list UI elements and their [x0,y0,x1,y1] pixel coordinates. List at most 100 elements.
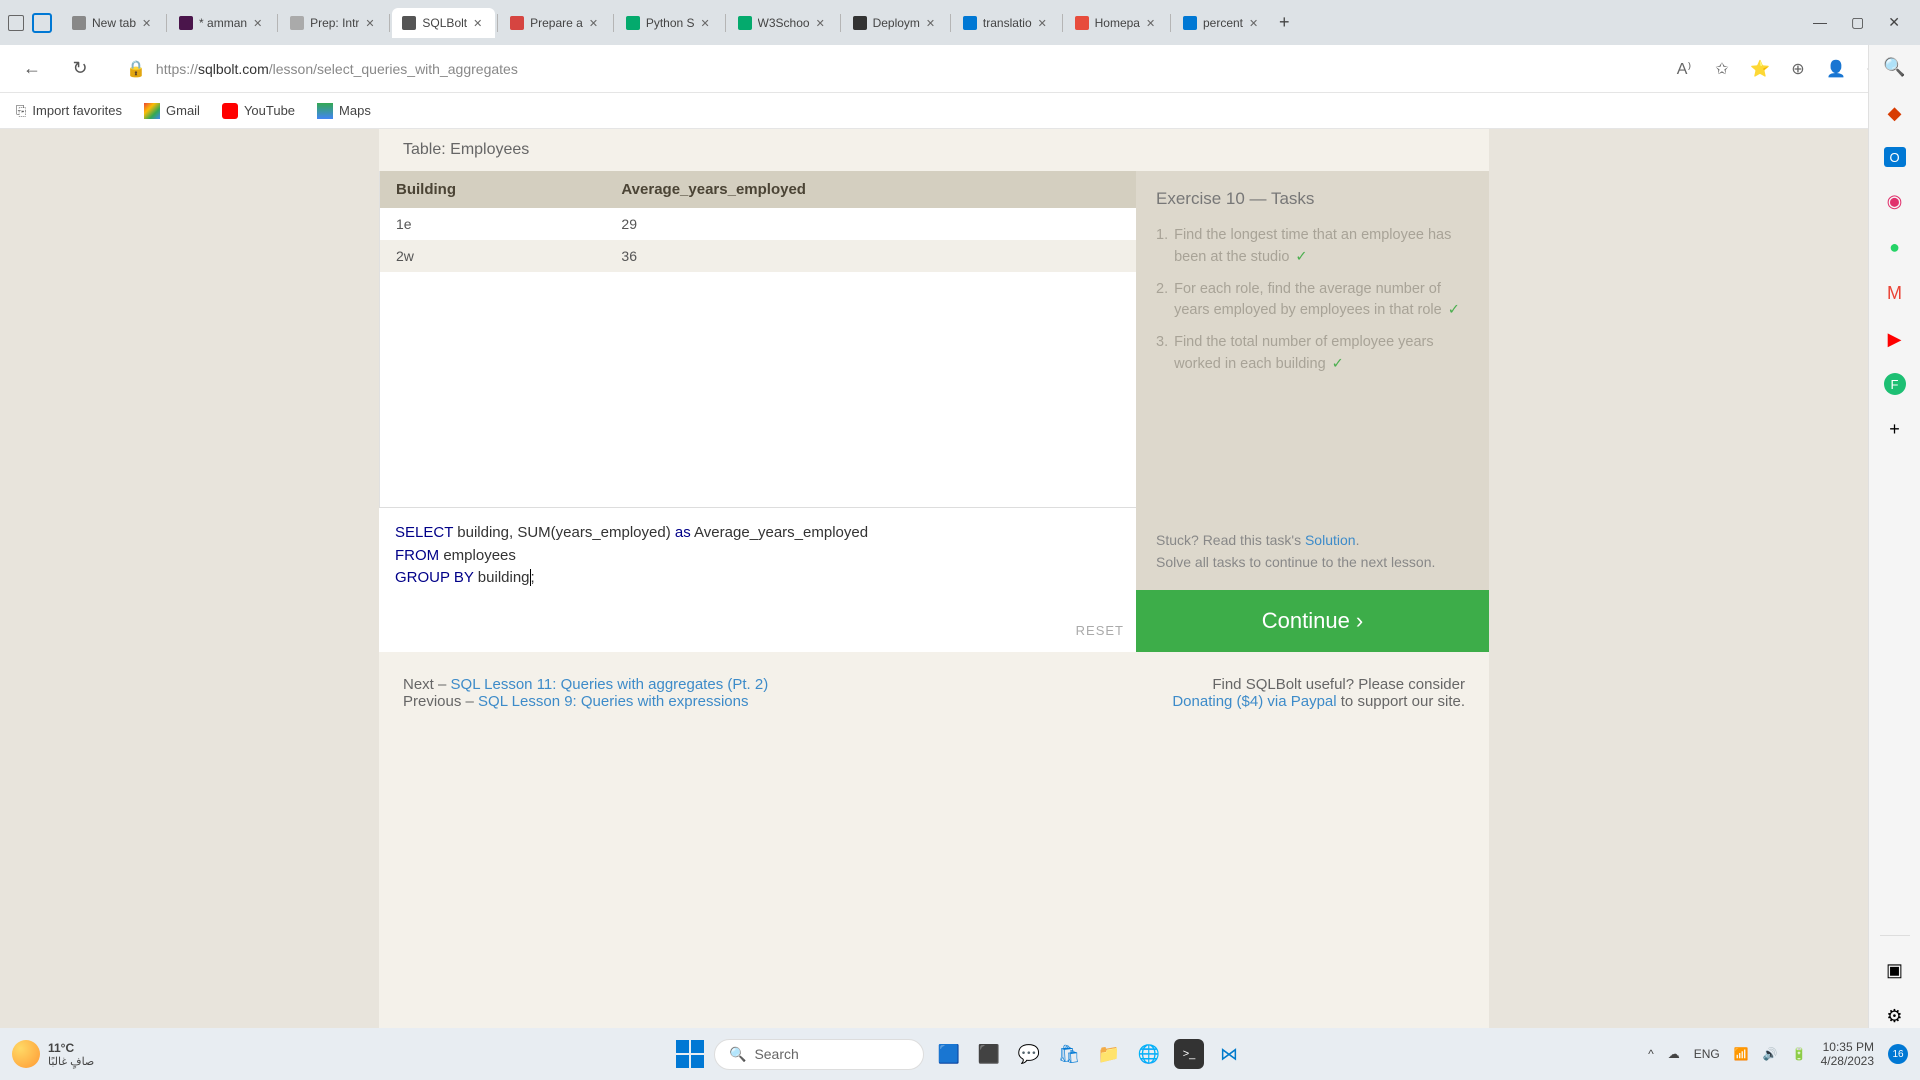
edge-icon[interactable]: 🌐 [1134,1039,1164,1069]
favorite-star-icon[interactable]: ✩ [1712,59,1732,79]
youtube-sidebar-icon[interactable]: ▶ [1883,327,1907,351]
collections-icon[interactable]: ⊕ [1788,59,1808,79]
browser-tab[interactable]: Prep: Intr✕ [280,8,387,38]
tab-close-icon[interactable]: ✕ [701,17,713,29]
chat-icon[interactable]: 💬 [1014,1039,1044,1069]
new-tab-button[interactable]: + [1271,8,1298,37]
browser-tab[interactable]: SQLBolt ✕ [392,8,495,38]
fiverr-icon[interactable]: F [1884,373,1906,395]
close-window-button[interactable]: ✕ [1888,14,1900,31]
gmail-sidebar-icon[interactable]: M [1883,281,1907,305]
browser-tab[interactable]: Deploym ✕ [843,8,948,38]
donate-link[interactable]: Donating ($4) via Paypal [1172,693,1336,710]
browser-tab[interactable]: * amman✕ [169,8,275,38]
task-item[interactable]: 3.Find the total number of employee year… [1156,332,1469,376]
clock[interactable]: 10:35 PM 4/28/2023 [1821,1040,1874,1069]
column-header: Building [380,171,605,208]
explorer-icon[interactable]: 📁 [1094,1039,1124,1069]
stuck-hint: Stuck? Read this task's Solution. [1156,532,1469,548]
collapse-sidebar-icon[interactable]: ▣ [1883,958,1907,982]
continue-button[interactable]: Continue › [1136,590,1489,652]
tab-close-icon[interactable]: ✕ [926,17,938,29]
url-text: https://sqlbolt.com/lesson/select_querie… [156,61,518,77]
browser-tab[interactable]: translatio✕ [953,8,1060,38]
widgets-icon[interactable]: 🟦 [934,1039,964,1069]
notification-badge[interactable]: 16 [1888,1044,1908,1064]
tab-close-icon[interactable]: ✕ [1038,17,1050,29]
start-button[interactable] [676,1040,704,1068]
onedrive-icon[interactable]: ☁ [1668,1047,1680,1061]
sql-editor[interactable]: SELECT building, SUM(years_employed) as … [379,507,1136,652]
page-scroll[interactable]: Table: Employees Building Average_years_… [0,129,1868,1028]
store-icon[interactable]: 🛍 [1054,1039,1084,1069]
read-aloud-icon[interactable]: A⁾ [1674,59,1694,79]
import-icon: ⎘ [16,103,26,119]
browser-tab[interactable]: New tab✕ [62,8,164,38]
instagram-icon[interactable]: ◉ [1883,189,1907,213]
volume-icon[interactable]: 🔊 [1763,1047,1778,1061]
browser-tab[interactable]: W3Schoo✕ [728,8,838,38]
office-icon[interactable]: ◆ [1883,101,1907,125]
whatsapp-icon[interactable]: ● [1883,235,1907,259]
next-lesson-link[interactable]: SQL Lesson 11: Queries with aggregates (… [451,676,769,693]
favorites-icon[interactable]: ⭐ [1750,59,1770,79]
language-indicator[interactable]: ENG [1694,1047,1720,1061]
results-scroll[interactable]: Building Average_years_employed 1e292w36 [380,171,1136,507]
battery-icon[interactable]: 🔋 [1792,1047,1807,1061]
task-item[interactable]: 2.For each role, find the average number… [1156,279,1469,323]
outlook-icon[interactable]: O [1884,147,1906,167]
search-icon[interactable]: 🔍 [1883,55,1907,79]
youtube-bookmark[interactable]: YouTube [222,103,295,119]
tab-close-icon[interactable]: ✕ [365,17,377,29]
task-item[interactable]: 1.Find the longest time that an employee… [1156,225,1469,269]
browser-tab[interactable]: Homepa ✕ [1065,8,1168,38]
tab-close-icon[interactable]: ✕ [1249,17,1261,29]
browser-tab[interactable]: percent ✕ [1173,8,1271,38]
address-bar[interactable]: 🔒 https://sqlbolt.com/lesson/select_quer… [112,53,1658,85]
site-info-icon[interactable]: 🔒 [126,59,146,79]
weather-widget[interactable]: 11°C صافٍ غالبًا [12,1040,94,1068]
check-icon: ✓ [1295,249,1307,265]
terminal-icon[interactable]: >_ [1174,1039,1204,1069]
reset-button[interactable]: RESET [1076,621,1124,641]
taskbar-search[interactable]: 🔍 Search [714,1039,924,1070]
add-sidebar-icon[interactable]: + [1883,417,1907,441]
tab-close-icon[interactable]: ✕ [589,17,601,29]
profile-icon[interactable]: 👤 [1826,59,1846,79]
tab-close-icon[interactable]: ✕ [142,17,154,29]
tab-close-icon[interactable]: ✕ [473,17,485,29]
prev-lesson-link[interactable]: SQL Lesson 9: Queries with expressions [478,693,748,710]
maps-bookmark[interactable]: Maps [317,103,371,119]
tab-close-icon[interactable]: ✕ [1146,17,1158,29]
vscode-icon[interactable]: ⋈ [1214,1039,1244,1069]
page-icon [72,16,86,30]
tab-close-icon[interactable]: ✕ [253,17,265,29]
table-cell: 1e [380,208,605,240]
table-cell: 2w [380,240,605,272]
search-icon [963,16,977,30]
tab-label: Deploym [873,16,920,30]
taskbar: 11°C صافٍ غالبًا 🔍 Search 🟦 ⬛ 💬 🛍 📁 🌐 >_… [0,1028,1920,1080]
import-favorites-button[interactable]: ⎘ Import favorites [16,103,122,119]
browser-tab[interactable]: Prepare a✕ [500,8,611,38]
tab-label: SQLBolt [422,16,467,30]
wifi-icon[interactable]: 📶 [1734,1047,1749,1061]
gmail-bookmark[interactable]: Gmail [144,103,200,119]
solution-link[interactable]: Solution [1305,532,1356,548]
address-bar-row: ← ↻ 🔒 https://sqlbolt.com/lesson/select_… [0,45,1920,93]
refresh-button[interactable]: ↻ [64,53,96,85]
tray-chevron-icon[interactable]: ^ [1648,1047,1654,1061]
minimize-button[interactable]: — [1813,14,1827,31]
gear-icon [290,16,304,30]
tab-close-icon[interactable]: ✕ [816,17,828,29]
task-view-icon[interactable]: ⬛ [974,1039,1004,1069]
maximize-button[interactable]: ▢ [1851,14,1864,31]
back-button[interactable]: ← [16,53,48,85]
tab-actions-icon[interactable] [8,15,24,31]
sidebar-settings-icon[interactable]: ⚙ [1883,1004,1907,1028]
vertical-tabs-icon[interactable] [32,13,52,33]
tab-label: percent [1203,16,1243,30]
browser-tab[interactable]: Python S✕ [616,8,723,38]
dash-icon [1075,16,1089,30]
tab-label: Homepa [1095,16,1140,30]
